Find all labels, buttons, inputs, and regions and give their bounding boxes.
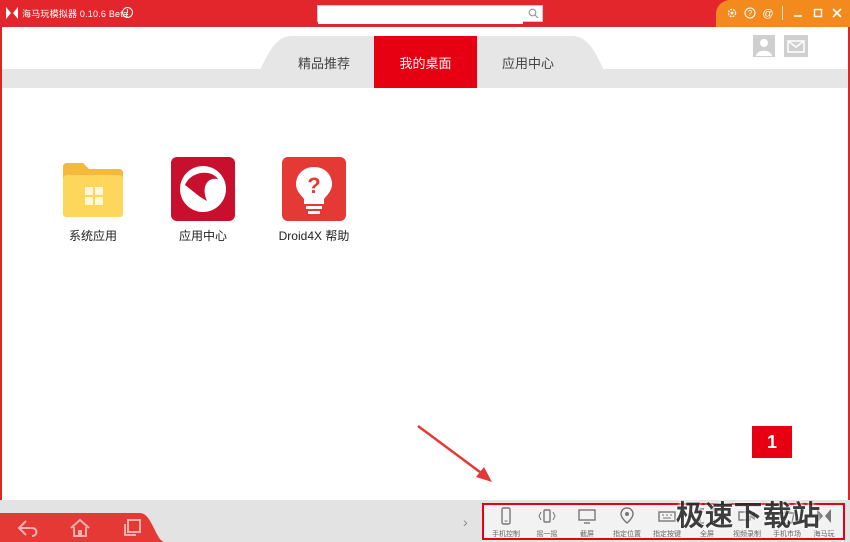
tool-set-location[interactable]: 指定位置 bbox=[607, 507, 647, 539]
chevron-right-icon[interactable]: › bbox=[463, 514, 468, 530]
search-icon[interactable] bbox=[528, 8, 539, 19]
keyboard-icon bbox=[658, 511, 676, 522]
mail-icon[interactable] bbox=[784, 35, 808, 57]
location-icon bbox=[620, 507, 634, 524]
user-icon[interactable] bbox=[753, 35, 775, 57]
screenshot-icon bbox=[578, 509, 596, 524]
tab-featured-label: 精品推荐 bbox=[297, 55, 350, 71]
tab-app-center-label: 应用中心 bbox=[501, 55, 554, 71]
at-icon[interactable]: @ bbox=[762, 7, 774, 19]
tool-label: 摇一摇 bbox=[536, 531, 558, 538]
home-icon[interactable] bbox=[68, 518, 92, 538]
svg-text:?: ? bbox=[307, 173, 320, 198]
search-input[interactable] bbox=[318, 8, 523, 24]
phone-icon bbox=[501, 507, 511, 525]
app-droid4x-help[interactable]: ? Droid4X 帮助 bbox=[264, 157, 364, 244]
app-app-center[interactable]: 应用中心 bbox=[153, 157, 253, 244]
controls-divider bbox=[782, 6, 783, 20]
minimize-icon[interactable] bbox=[792, 7, 804, 19]
svg-text:?: ? bbox=[748, 9, 753, 18]
tool-label: 指定位置 bbox=[613, 531, 641, 538]
tool-label: 手机控制 bbox=[492, 531, 520, 538]
svg-text:@: @ bbox=[762, 8, 773, 19]
app-logo-icon bbox=[6, 7, 18, 19]
shake-icon bbox=[538, 509, 556, 523]
tab-my-desktop-label: 我的桌面 bbox=[399, 55, 452, 71]
tool-phone-control[interactable]: 手机控制 bbox=[486, 507, 526, 539]
tool-screenshot[interactable]: 截屏 bbox=[567, 507, 607, 539]
annotation-badge: 1 bbox=[752, 426, 792, 458]
watermark: 极速下载站 bbox=[676, 500, 822, 531]
title-bar: 海马玩模拟器 0.10.6 Beta ! ? @ bbox=[0, 0, 850, 27]
help-icon[interactable]: ? bbox=[744, 7, 756, 19]
tool-shake[interactable]: 摇一摇 bbox=[527, 507, 567, 539]
app-title: 海马玩模拟器 0.10.6 Beta bbox=[22, 9, 129, 19]
maximize-icon[interactable] bbox=[812, 7, 824, 19]
app-droid4x-help-label: Droid4X 帮助 bbox=[278, 229, 350, 243]
app-system-apps-label: 系统应用 bbox=[68, 229, 117, 243]
app-system-apps[interactable]: 系统应用 bbox=[43, 157, 143, 244]
settings-icon[interactable] bbox=[726, 7, 738, 19]
annotation-arrow bbox=[417, 424, 492, 482]
recent-apps-icon[interactable] bbox=[120, 518, 144, 538]
info-icon[interactable]: ! bbox=[122, 7, 133, 18]
folder-icon bbox=[63, 163, 123, 217]
app-center-icon bbox=[171, 157, 235, 221]
top-nav: 精品推荐 我的桌面 应用中心 bbox=[2, 27, 848, 88]
help-bulb-icon: ? bbox=[282, 157, 346, 221]
app-app-center-label: 应用中心 bbox=[178, 229, 227, 243]
tab-featured[interactable]: 精品推荐 bbox=[278, 36, 370, 88]
tool-label: 截屏 bbox=[580, 531, 594, 538]
search-box[interactable] bbox=[317, 5, 543, 24]
window-controls: ? @ bbox=[716, 0, 850, 27]
tab-app-center[interactable]: 应用中心 bbox=[482, 36, 574, 88]
close-icon[interactable] bbox=[831, 7, 843, 19]
tab-my-desktop[interactable]: 我的桌面 bbox=[374, 36, 477, 88]
back-icon[interactable] bbox=[16, 518, 40, 538]
